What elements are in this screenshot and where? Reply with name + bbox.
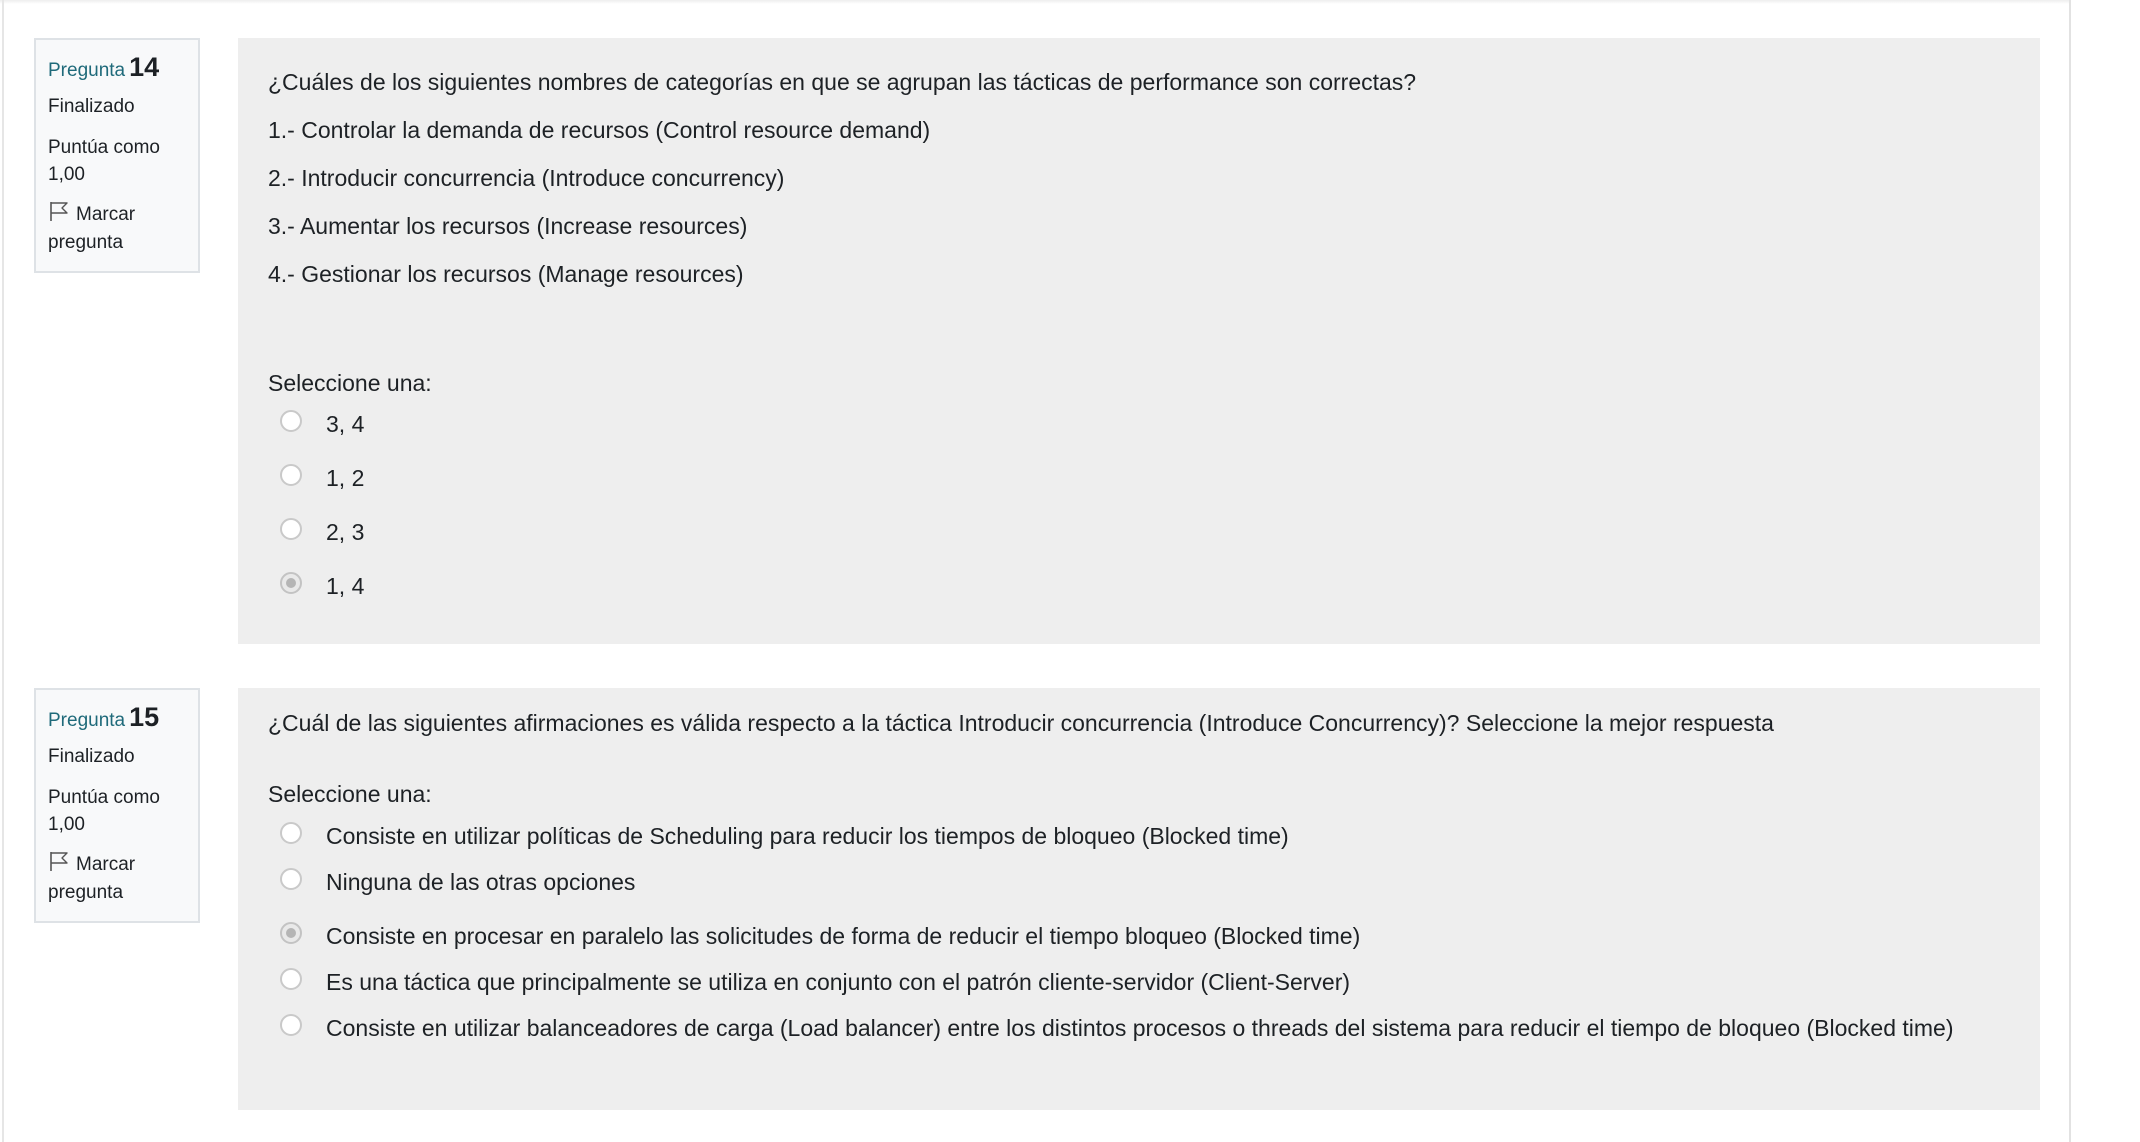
right-divider (2069, 0, 2071, 1142)
flag-icon (50, 202, 68, 221)
radio-button[interactable] (280, 1014, 302, 1036)
answer-option-label: 3, 4 (326, 411, 365, 437)
answer-option[interactable]: Es una táctica que principalmente se uti… (268, 964, 2008, 1000)
answer-option-label: Es una táctica que principalmente se uti… (326, 969, 1351, 995)
question-content-14: ¿Cuáles de los siguientes nombres de cat… (238, 38, 2040, 644)
flag-icon (50, 852, 68, 871)
question-text-line: ¿Cuáles de los siguientes nombres de cat… (268, 69, 1417, 95)
question-number: Pregunta 15 (48, 700, 186, 738)
question-text: ¿Cuáles de los siguientes nombres de cat… (268, 58, 2010, 298)
answer-option[interactable]: Consiste en procesar en paralelo las sol… (268, 918, 2008, 954)
answer-options: 3, 4 1, 2 2, 3 1, 4 (268, 406, 364, 622)
question-label: Pregunta (48, 710, 126, 731)
answer-option-label: Consiste en procesar en paralelo las sol… (326, 923, 1361, 949)
answer-prompt: Seleccione una: (268, 370, 432, 396)
answer-option[interactable]: Ninguna de las otras opciones (268, 864, 2008, 900)
radio-button[interactable] (280, 968, 302, 990)
question-number: Pregunta 14 (48, 50, 186, 88)
left-divider (2, 0, 4, 1142)
radio-button[interactable] (280, 868, 302, 890)
question-grade: Puntúa como 1,00 (48, 787, 160, 835)
answer-option-label: 2, 3 (326, 519, 365, 545)
answer-option[interactable]: 1, 2 (268, 460, 364, 496)
radio-button-selected[interactable] (280, 572, 302, 594)
answer-option-label: 1, 2 (326, 465, 365, 491)
question-text-line: 3.- Aumentar los recursos (Increase reso… (268, 213, 748, 239)
question-grade: Puntúa como 1,00 (48, 137, 160, 185)
answer-option[interactable]: Consiste en utilizar balanceadores de ca… (268, 1010, 2008, 1046)
question-label: Pregunta (48, 60, 126, 81)
radio-button[interactable] (280, 518, 302, 540)
answer-option-label: Consiste en utilizar políticas de Schedu… (326, 823, 1289, 849)
answer-option[interactable]: 1, 4 (268, 568, 364, 604)
question-text-line: ¿Cuál de las siguientes afirmaciones es … (268, 710, 1774, 736)
question-info-15: Pregunta 15 Finalizado Puntúa como 1,00 M… (34, 688, 200, 923)
question-text-line: 2.- Introducir concurrencia (Introduce c… (268, 165, 785, 191)
question-info-14: Pregunta 14 Finalizado Puntúa como 1,00 M… (34, 38, 200, 273)
answer-option-label: Consiste en utilizar balanceadores de ca… (326, 1015, 1954, 1041)
answer-option-label: Ninguna de las otras opciones (326, 869, 636, 895)
radio-button-selected[interactable] (280, 922, 302, 944)
answer-option[interactable]: 2, 3 (268, 514, 364, 550)
flag-question-link[interactable]: Marcar pregunta (48, 850, 186, 907)
top-shadow (0, 0, 2070, 4)
question-number-value: 14 (129, 52, 160, 82)
radio-button[interactable] (280, 410, 302, 432)
quiz-review-page: Pregunta 14 Finalizado Puntúa como 1,00 M… (0, 0, 2140, 1142)
radio-button[interactable] (280, 464, 302, 486)
question-text-line: 1.- Controlar la demanda de recursos (Co… (268, 117, 931, 143)
answer-option[interactable]: 3, 4 (268, 406, 364, 442)
answer-options: Consiste en utilizar políticas de Schedu… (268, 818, 2008, 1046)
question-text-line: 4.- Gestionar los recursos (Manage resou… (268, 261, 744, 287)
question-state: Finalizado (48, 746, 135, 767)
answer-prompt: Seleccione una: (268, 781, 432, 807)
question-content-15: ¿Cuál de las siguientes afirmaciones es … (238, 688, 2040, 1110)
question-state: Finalizado (48, 96, 135, 117)
flag-question-link[interactable]: Marcar pregunta (48, 200, 186, 257)
radio-button[interactable] (280, 822, 302, 844)
answer-option-label: 1, 4 (326, 573, 365, 599)
answer-option[interactable]: Consiste en utilizar políticas de Schedu… (268, 818, 2008, 854)
question-number-value: 15 (129, 702, 160, 732)
